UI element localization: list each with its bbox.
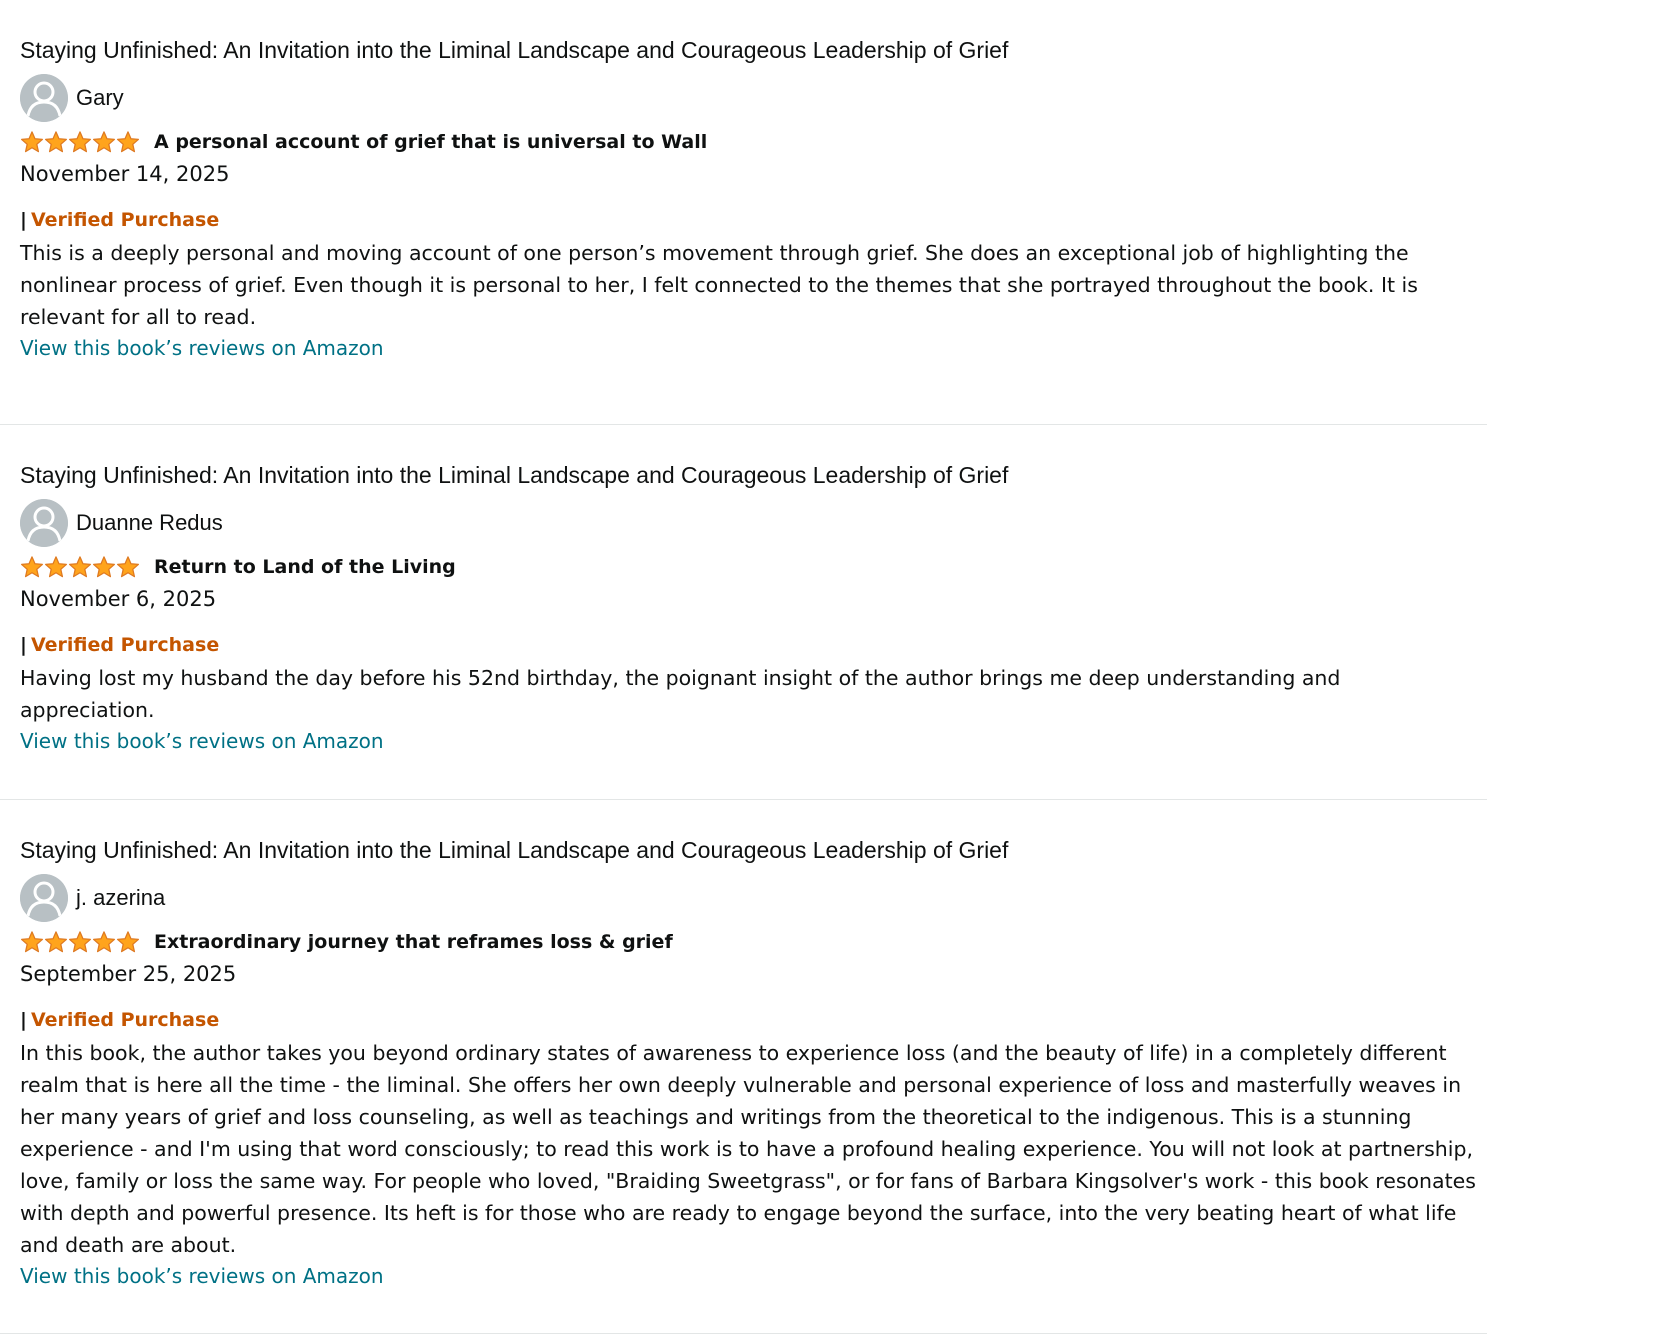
user-avatar-icon[interactable]	[20, 499, 68, 547]
star-icon	[93, 556, 115, 578]
view-reviews-link[interactable]: View this book’s reviews on Amazon	[20, 333, 384, 363]
star-icon	[45, 131, 67, 153]
rating-row: Extraordinary journey that reframes loss…	[20, 927, 1477, 957]
reviewer-name[interactable]: j. azerina	[76, 885, 165, 911]
separator: |	[20, 634, 27, 656]
separator: |	[20, 209, 27, 231]
reviewer-row: Gary	[20, 73, 1477, 123]
star-rating[interactable]	[20, 129, 146, 155]
star-icon	[117, 131, 139, 153]
star-icon	[21, 131, 43, 153]
review-headline[interactable]: Return to Land of the Living	[154, 556, 456, 578]
rating-row: A personal account of grief that is univ…	[20, 127, 1477, 157]
star-icon	[21, 556, 43, 578]
review-body: This is a deeply personal and moving acc…	[20, 241, 1418, 329]
star-icon	[69, 931, 91, 953]
book-title[interactable]: Staying Unfinished: An Invitation into t…	[20, 0, 1477, 65]
verified-purchase-badge: Verified Purchase	[30, 209, 220, 231]
rating-row: Return to Land of the Living	[20, 552, 1477, 582]
review-date: September 25, 2025	[20, 962, 237, 986]
verified-purchase-badge: Verified Purchase	[30, 1009, 220, 1031]
reviewer-name[interactable]: Duanne Redus	[76, 510, 223, 536]
review-date: November 6, 2025	[20, 587, 217, 611]
star-rating[interactable]	[20, 929, 146, 955]
user-avatar-icon[interactable]	[20, 874, 68, 922]
star-icon	[93, 931, 115, 953]
star-icon	[45, 556, 67, 578]
star-rating[interactable]	[20, 554, 146, 580]
star-icon	[21, 931, 43, 953]
star-icon	[93, 131, 115, 153]
view-reviews-link[interactable]: View this book’s reviews on Amazon	[20, 726, 384, 756]
review-headline[interactable]: Extraordinary journey that reframes loss…	[154, 931, 673, 953]
review-date: November 14, 2025	[20, 162, 230, 186]
review-body: In this book, the author takes you beyon…	[20, 1041, 1476, 1257]
star-icon	[69, 556, 91, 578]
review-card: Staying Unfinished: An Invitation into t…	[0, 0, 1487, 425]
review-body: Having lost my husband the day before hi…	[20, 666, 1341, 722]
reviewer-name[interactable]: Gary	[76, 85, 124, 111]
star-icon	[45, 931, 67, 953]
view-reviews-link[interactable]: View this book’s reviews on Amazon	[20, 1261, 384, 1291]
review-card: Staying Unfinished: An Invitation into t…	[0, 800, 1487, 1334]
verified-row: | Verified Purchase	[20, 632, 1477, 658]
user-avatar-icon[interactable]	[20, 74, 68, 122]
verified-row: | Verified Purchase	[20, 1007, 1477, 1033]
reviewer-row: j. azerina	[20, 873, 1477, 923]
reviewer-row: Duanne Redus	[20, 498, 1477, 548]
verified-purchase-badge: Verified Purchase	[30, 634, 220, 656]
separator: |	[20, 1009, 27, 1031]
review-headline[interactable]: A personal account of grief that is univ…	[154, 131, 707, 153]
book-title[interactable]: Staying Unfinished: An Invitation into t…	[20, 425, 1477, 490]
verified-row: | Verified Purchase	[20, 207, 1477, 233]
book-title[interactable]: Staying Unfinished: An Invitation into t…	[20, 800, 1477, 865]
star-icon	[117, 556, 139, 578]
star-icon	[69, 131, 91, 153]
review-card: Staying Unfinished: An Invitation into t…	[0, 425, 1487, 800]
star-icon	[117, 931, 139, 953]
review-list: Staying Unfinished: An Invitation into t…	[0, 0, 1487, 1334]
